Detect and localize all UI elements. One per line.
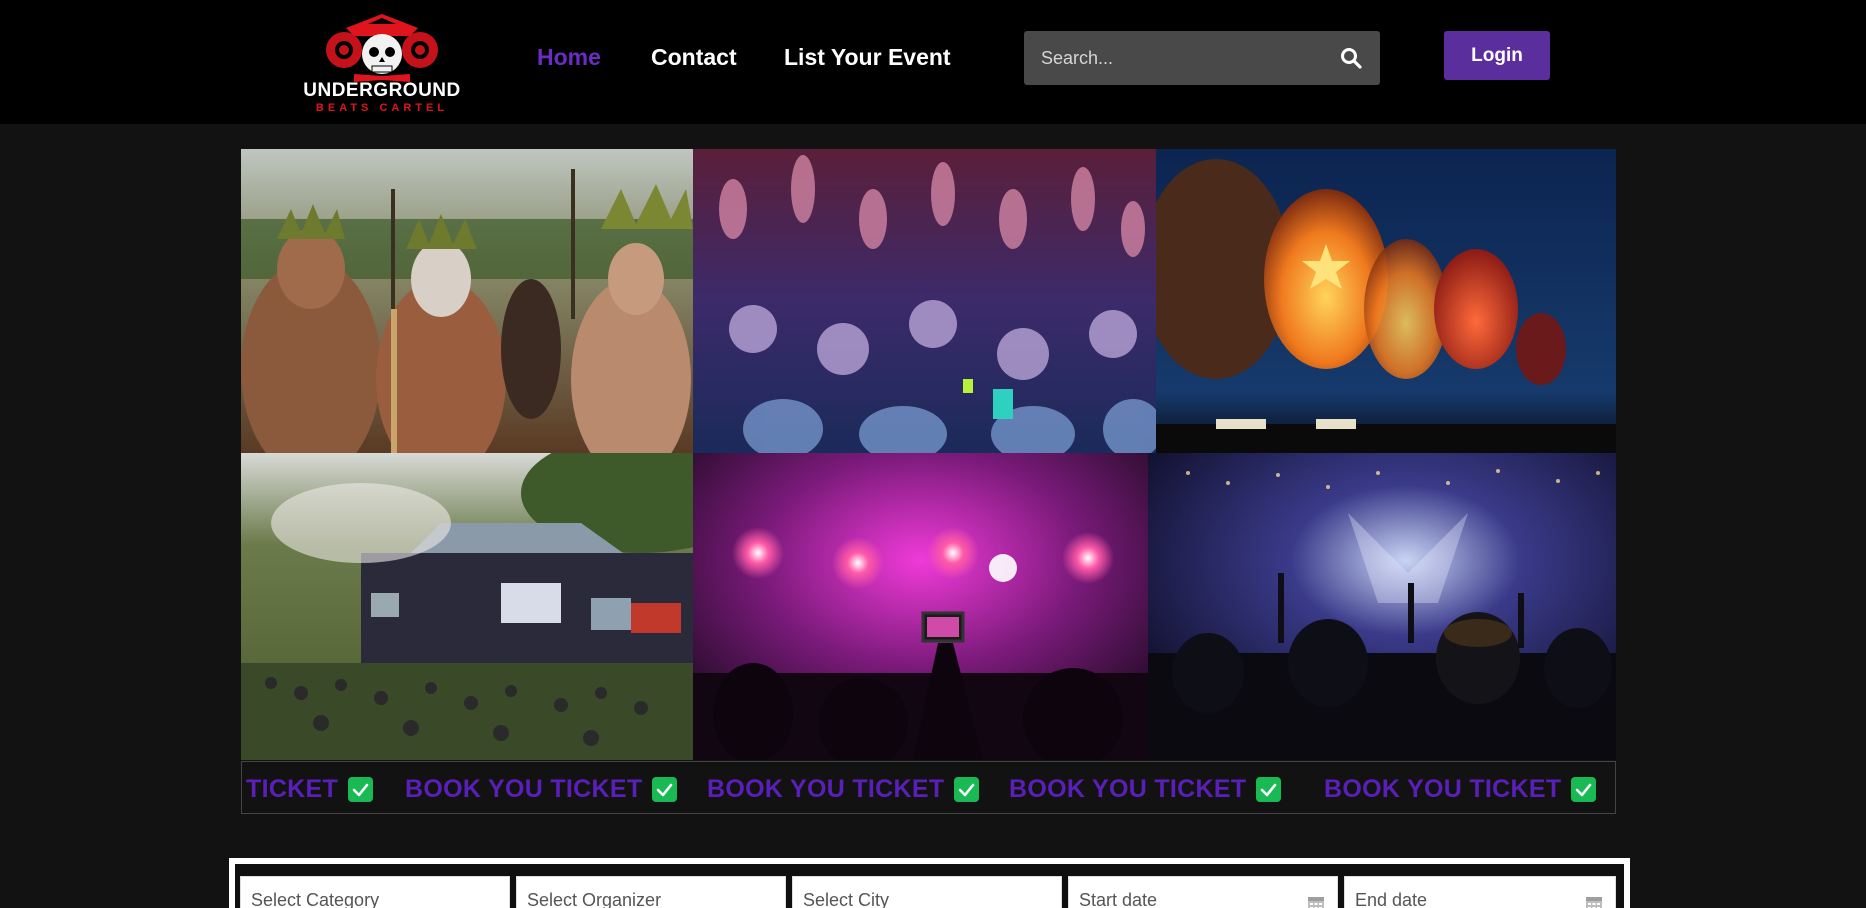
- book-ticket-marquee[interactable]: TICKET BOOK YOU TICKET BOOK YOU TICKET B…: [241, 761, 1616, 814]
- category-select[interactable]: Select Category: [240, 876, 510, 908]
- logo-text-secondary: BEATS CARTEL: [315, 102, 449, 114]
- check-icon: [348, 776, 374, 802]
- marquee-item-label: BOOK YOU TICKET: [1324, 774, 1562, 803]
- start-date-placeholder: Start date: [1079, 890, 1158, 908]
- gallery-image-rave-crowd[interactable]: [693, 149, 1156, 453]
- marquee-item: TICKET: [246, 774, 374, 804]
- marquee-item: BOOK YOU TICKET: [405, 774, 678, 804]
- pirate-skull-logo-icon: [326, 14, 438, 82]
- calendar-icon[interactable]: [1307, 894, 1325, 908]
- marquee-item-label: BOOK YOU TICKET: [405, 774, 643, 803]
- gallery-image-concert-silhouettes[interactable]: [1148, 453, 1616, 760]
- nav-home[interactable]: Home: [537, 44, 601, 71]
- login-button[interactable]: Login: [1444, 31, 1550, 80]
- gallery-image-festival-stage[interactable]: [241, 453, 693, 760]
- organizer-select[interactable]: Select Organizer: [516, 876, 786, 908]
- start-date-field[interactable]: Start date: [1068, 876, 1338, 908]
- top-navbar: UNDERGROUND BEATS CARTEL Home Contact Li…: [0, 0, 1866, 124]
- gallery-image-hot-air-balloons[interactable]: [1156, 149, 1616, 453]
- marquee-item: BOOK YOU TICKET: [1009, 774, 1282, 804]
- check-icon: [652, 776, 678, 802]
- nav-contact[interactable]: Contact: [651, 44, 737, 71]
- city-select[interactable]: Select City: [792, 876, 1062, 908]
- filter-bar-inner: Select Category Select Organizer Select …: [235, 864, 1624, 908]
- nav-list-your-event[interactable]: List Your Event: [784, 44, 951, 71]
- check-icon: [954, 776, 980, 802]
- search-input[interactable]: [1024, 31, 1324, 85]
- gallery-image-tribal-festival[interactable]: [241, 149, 693, 453]
- logo-text-primary: UNDERGROUND: [303, 80, 461, 101]
- check-icon: [1571, 776, 1597, 802]
- event-gallery: [241, 149, 1616, 760]
- gallery-image-pink-stage-lights[interactable]: [693, 453, 1148, 760]
- marquee-item-label: TICKET: [246, 774, 339, 803]
- calendar-icon[interactable]: [1585, 894, 1603, 908]
- marquee-item-label: BOOK YOU TICKET: [1009, 774, 1247, 803]
- check-icon: [1256, 776, 1282, 802]
- search-box: [1024, 31, 1380, 85]
- event-filter-bar: Select Category Select Organizer Select …: [229, 858, 1630, 908]
- marquee-item: BOOK YOU TICKET: [707, 774, 980, 804]
- search-icon[interactable]: [1340, 47, 1362, 74]
- marquee-item-label: BOOK YOU TICKET: [707, 774, 945, 803]
- marquee-item: BOOK YOU TICKET: [1324, 774, 1597, 804]
- site-logo[interactable]: UNDERGROUND BEATS CARTEL: [302, 10, 462, 114]
- end-date-placeholder: End date: [1355, 890, 1428, 908]
- end-date-field[interactable]: End date: [1344, 876, 1616, 908]
